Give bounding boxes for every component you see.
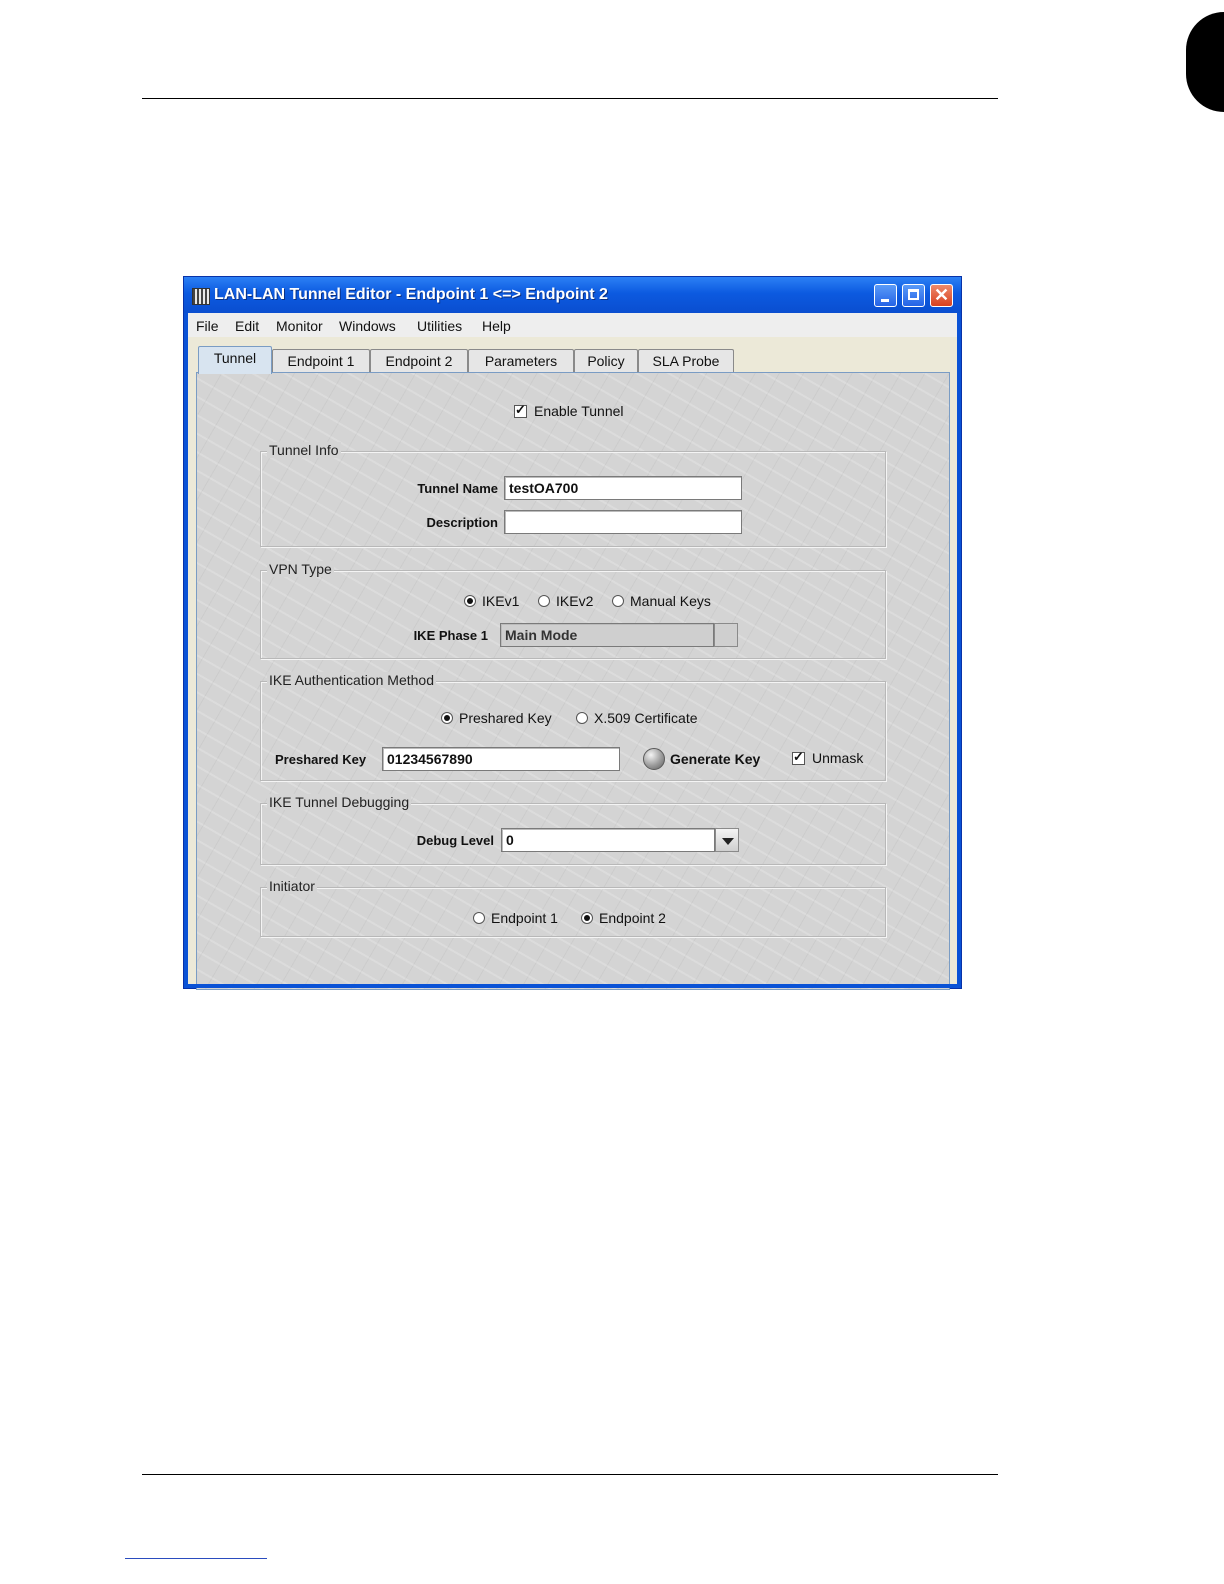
app-icon (192, 288, 210, 305)
initiator-endpoint-1-label: Endpoint 1 (491, 910, 558, 926)
radio-dot-icon (467, 598, 473, 604)
enable-tunnel-label: Enable Tunnel (534, 403, 624, 419)
preshared-key-field[interactable]: 01234567890 (382, 747, 620, 771)
tab-sla-probe[interactable]: SLA Probe (638, 349, 734, 373)
initiator-endpoint-2-radio[interactable] (581, 912, 593, 924)
title-bar[interactable]: LAN-LAN Tunnel Editor - Endpoint 1 <=> E… (184, 277, 961, 313)
debug-level-dropdown-button[interactable] (715, 828, 739, 852)
ike-auth-title: IKE Authentication Method (267, 672, 436, 688)
menu-windows[interactable]: Windows (339, 318, 396, 334)
preshared-key-label: Preshared Key (275, 752, 367, 767)
manual-keys-label: Manual Keys (630, 593, 711, 609)
initiator-endpoint-2-label: Endpoint 2 (599, 910, 666, 926)
menu-edit[interactable]: Edit (235, 318, 259, 334)
radio-dot-icon (444, 715, 450, 721)
menu-help[interactable]: Help (482, 318, 511, 334)
generate-key-button[interactable]: Generate Key (670, 751, 760, 767)
tab-strip: Tunnel Endpoint 1 Endpoint 2 Parameters … (188, 345, 957, 374)
generate-key-icon[interactable] (643, 748, 665, 770)
debug-level-label: Debug Level (416, 833, 494, 848)
tab-tunnel[interactable]: Tunnel (198, 346, 272, 374)
maximize-icon (908, 289, 919, 300)
x509-certificate-radio[interactable] (576, 712, 588, 724)
description-label: Description (426, 515, 498, 530)
page-thumb-tab (1186, 12, 1224, 112)
checkmark-icon: ✓ (793, 749, 804, 764)
ike-debugging-group: IKE Tunnel Debugging Debug Level 0 (260, 794, 886, 865)
window-client: File Edit Monitor Windows Utilities Help… (188, 313, 957, 990)
manual-keys-radio[interactable] (612, 595, 624, 607)
preshared-key-option-label: Preshared Key (459, 710, 552, 726)
page-footer-rule (142, 1474, 998, 1475)
minimize-icon (881, 299, 889, 302)
tab-endpoint-2[interactable]: Endpoint 2 (370, 349, 468, 373)
page-header-rule (142, 98, 998, 99)
initiator-endpoint-1-radio[interactable] (473, 912, 485, 924)
menu-utilities[interactable]: Utilities (417, 318, 462, 334)
x509-certificate-label: X.509 Certificate (594, 710, 698, 726)
debug-level-select[interactable]: 0 (501, 828, 715, 852)
tab-parameters[interactable]: Parameters (468, 349, 574, 373)
chevron-down-icon (722, 838, 734, 845)
footer-link-underline (125, 1558, 267, 1559)
menu-bar: File Edit Monitor Windows Utilities Help (188, 313, 957, 337)
tab-policy[interactable]: Policy (574, 349, 638, 373)
ikev2-label: IKEv2 (556, 593, 594, 609)
tunnel-info-title: Tunnel Info (267, 442, 341, 458)
description-field[interactable] (504, 510, 742, 534)
initiator-title: Initiator (267, 878, 317, 894)
close-button[interactable]: ✕ (930, 284, 953, 307)
menu-monitor[interactable]: Monitor (276, 318, 323, 334)
ike-debugging-title: IKE Tunnel Debugging (267, 794, 412, 810)
vpn-type-group: VPN Type IKEv1 IKEv2 Manual Keys IKE Pha… (260, 561, 886, 659)
ikev2-radio[interactable] (538, 595, 550, 607)
vpn-type-title: VPN Type (267, 561, 334, 577)
ike-auth-group: IKE Authentication Method Preshared Key … (260, 672, 886, 781)
window-bottom-border (184, 984, 961, 988)
close-icon: ✕ (933, 285, 950, 305)
radio-dot-icon (584, 915, 590, 921)
ikev1-radio[interactable] (464, 595, 476, 607)
tunnel-editor-window: LAN-LAN Tunnel Editor - Endpoint 1 <=> E… (183, 276, 962, 990)
tunnel-name-label: Tunnel Name (417, 481, 498, 496)
unmask-checkbox[interactable]: ✓ (792, 749, 805, 765)
checkmark-icon: ✓ (515, 402, 526, 417)
minimize-button[interactable] (874, 284, 897, 307)
ike-phase1-label: IKE Phase 1 (413, 628, 488, 643)
menu-file[interactable]: File (196, 318, 219, 334)
tunnel-info-group: Tunnel Info Tunnel Name testOA700 Descri… (260, 442, 886, 547)
ike-phase1-field: Main Mode (500, 623, 714, 647)
unmask-label: Unmask (812, 750, 864, 766)
tab-endpoint-1[interactable]: Endpoint 1 (272, 349, 370, 373)
tunnel-name-field[interactable]: testOA700 (504, 476, 742, 500)
enable-tunnel-checkbox[interactable]: ✓ (514, 402, 527, 418)
initiator-group: Initiator Endpoint 1 Endpoint 2 (260, 878, 886, 937)
maximize-button[interactable] (902, 284, 925, 307)
tunnel-tab-panel: ✓ Enable Tunnel Tunnel Info Tunnel Name … (196, 372, 950, 990)
preshared-key-radio[interactable] (441, 712, 453, 724)
ikev1-label: IKEv1 (482, 593, 520, 609)
ike-phase1-dropdown-button (714, 623, 738, 647)
window-title: LAN-LAN Tunnel Editor - Endpoint 1 <=> E… (214, 286, 608, 303)
